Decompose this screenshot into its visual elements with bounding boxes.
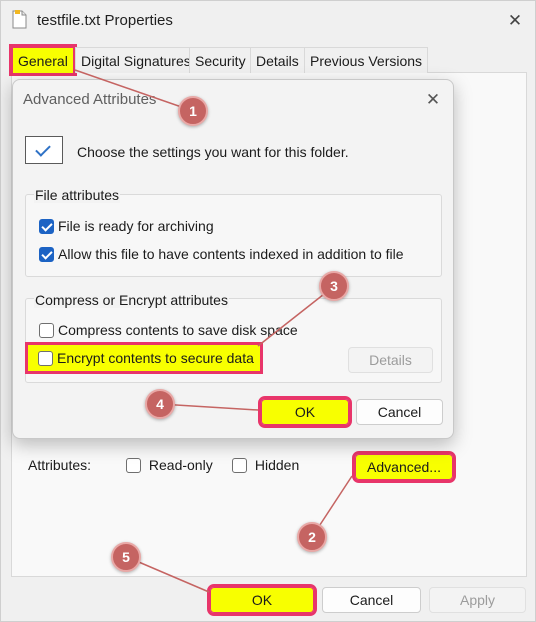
callout-badge-5: 5 — [111, 542, 141, 572]
dialog-prompt: Choose the settings you want for this fo… — [77, 144, 349, 160]
dialog-ok-button[interactable]: OK — [258, 396, 352, 428]
readonly-label: Read-only — [148, 457, 213, 473]
tab-previous-versions[interactable]: Previous Versions — [304, 47, 429, 73]
index-label: Allow this file to have contents indexed… — [58, 246, 404, 262]
encrypt-checkbox[interactable]: Encrypt contents to secure data — [25, 342, 263, 374]
advanced-attributes-dialog: Advanced Attributes ✕ Choose the setting… — [12, 79, 454, 439]
apply-button[interactable]: Apply — [429, 587, 526, 613]
file-attributes-group — [25, 194, 442, 277]
cancel-button[interactable]: Cancel — [322, 587, 421, 613]
hidden-checkbox-box[interactable] — [232, 457, 247, 473]
callout-badge-2: 2 — [297, 522, 327, 552]
hidden-label: Hidden — [254, 457, 300, 473]
encrypt-label: Encrypt contents to secure data — [57, 350, 254, 366]
window-title: testfile.txt Properties — [37, 12, 173, 29]
dialog-title: Advanced Attributes — [23, 91, 157, 108]
callout-badge-1: 1 — [178, 96, 208, 126]
text-file-icon — [12, 10, 27, 29]
close-icon[interactable]: ✕ — [501, 7, 529, 35]
tab-details[interactable]: Details — [250, 47, 305, 73]
file-attributes-title: File attributes — [34, 187, 121, 203]
compress-checkbox-box[interactable] — [39, 322, 54, 338]
compress-encrypt-title: Compress or Encrypt attributes — [34, 292, 229, 308]
readonly-checkbox-box[interactable] — [126, 457, 141, 473]
tab-security[interactable]: Security — [189, 47, 252, 73]
compress-checkbox[interactable]: Compress contents to save disk space — [39, 322, 298, 339]
archive-checkbox[interactable]: File is ready for archiving — [39, 218, 214, 235]
ok-button[interactable]: OK — [207, 584, 317, 616]
dialog-cancel-button[interactable]: Cancel — [356, 399, 443, 425]
encrypt-checkbox-box[interactable] — [38, 350, 53, 366]
callout-badge-3: 3 — [319, 271, 349, 301]
advanced-button[interactable]: Advanced... — [352, 451, 456, 483]
attributes-row: Attributes: — [28, 457, 91, 477]
tab-digital-signatures[interactable]: Digital Signatures — [75, 47, 197, 73]
tab-general[interactable]: General — [9, 44, 77, 76]
details-button[interactable]: Details — [348, 347, 433, 373]
compress-label: Compress contents to save disk space — [58, 322, 298, 338]
readonly-checkbox[interactable]: Read-only — [126, 457, 213, 474]
callout-badge-4: 4 — [145, 389, 175, 419]
archive-checkbox-box[interactable] — [39, 218, 54, 234]
hidden-checkbox[interactable]: Hidden — [232, 457, 299, 474]
archive-label: File is ready for archiving — [58, 218, 214, 234]
dialog-close-icon[interactable]: ✕ — [419, 86, 447, 114]
attributes-label: Attributes: — [28, 457, 92, 473]
folder-check-icon — [25, 136, 63, 164]
index-checkbox[interactable]: Allow this file to have contents indexed… — [39, 246, 404, 263]
index-checkbox-box[interactable] — [39, 246, 54, 262]
